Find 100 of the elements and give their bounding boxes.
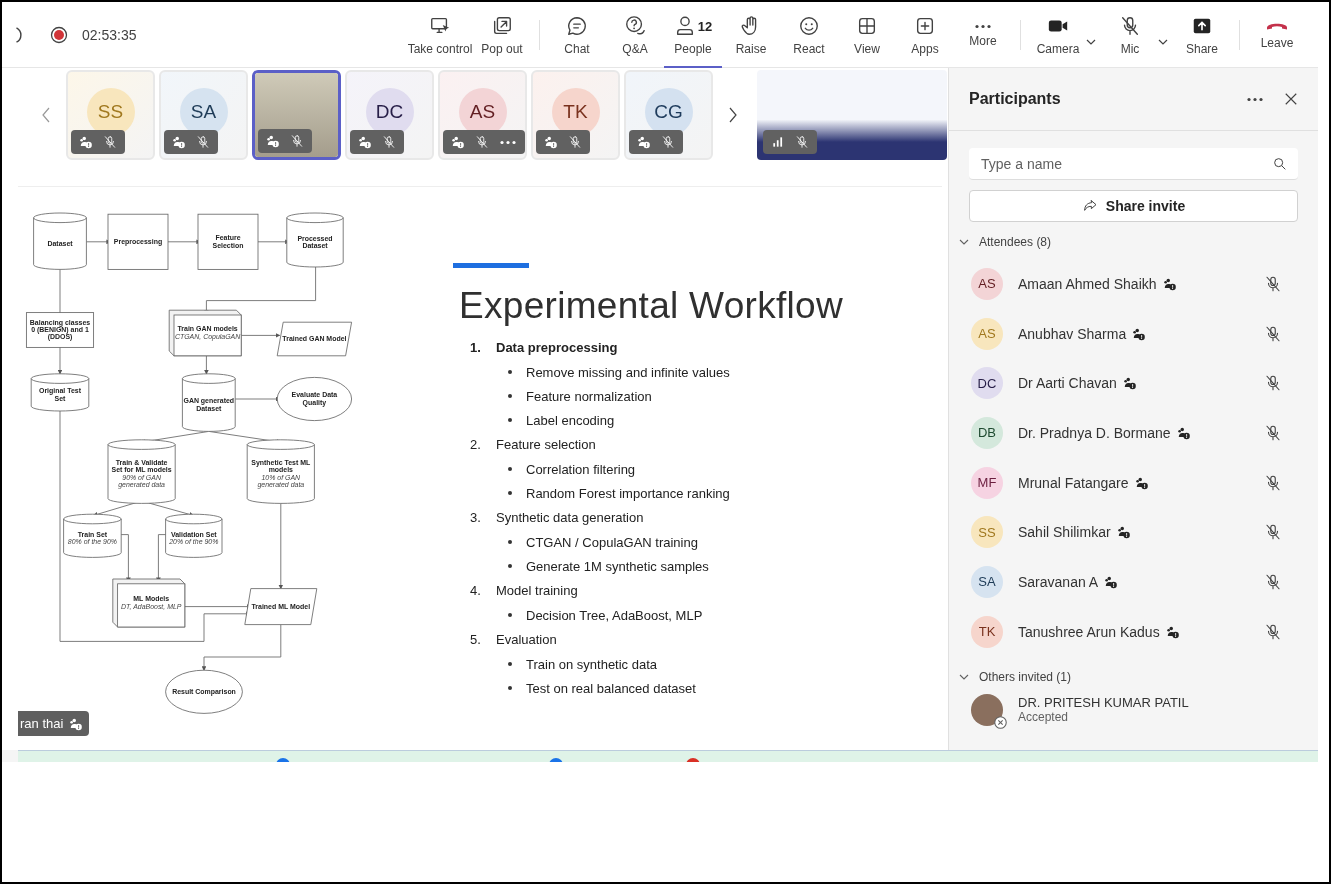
attendee-icon xyxy=(1162,276,1177,291)
bullet-dot xyxy=(508,686,512,690)
attendee-icon xyxy=(266,134,280,148)
list-item: Feature selection xyxy=(496,437,596,452)
list-item: Feature normalization xyxy=(526,388,652,404)
participant-row[interactable]: TK Tanushree Arun Kadus xyxy=(949,606,1318,657)
participant-tile[interactable]: SA xyxy=(159,70,248,160)
participant-name: Dr. Pradnya D. Bormane xyxy=(1018,424,1171,441)
avatar-initials: TK xyxy=(971,615,1003,648)
list-item: Label encoding xyxy=(526,412,615,428)
slide-title: Experimental Workflow xyxy=(459,285,843,327)
list-item: Random Forest importance ranking xyxy=(526,485,730,501)
search-icon xyxy=(1272,156,1288,172)
toolbar-button[interactable]: View xyxy=(838,2,896,68)
participant-tile[interactable]: CG xyxy=(624,70,713,160)
attendee-icon xyxy=(69,716,84,731)
plus-square-icon xyxy=(914,15,936,37)
search-field[interactable]: Type a name xyxy=(969,148,1298,180)
mic-off-icon xyxy=(290,134,304,148)
bullet-dot xyxy=(508,370,512,374)
mic-off-icon xyxy=(795,135,809,149)
more-button[interactable] xyxy=(1246,96,1264,102)
toolbar-button[interactable]: Pop out xyxy=(473,2,531,68)
list-item: Decision Tree, AdaBoost, MLP xyxy=(526,607,703,623)
phone-icon xyxy=(1266,21,1288,31)
attendee-icon xyxy=(1134,475,1149,490)
toolbar-button[interactable]: More xyxy=(954,2,1012,68)
avatar-initials: AS xyxy=(971,317,1003,350)
attendee-icon xyxy=(637,135,651,149)
toolbar-button[interactable]: Mic xyxy=(1101,2,1159,68)
participant-row[interactable]: AS Anubhav Sharma xyxy=(949,308,1318,359)
participant-tile[interactable]: DC xyxy=(345,70,434,160)
participant-name: Anubhav Sharma xyxy=(1018,325,1127,342)
toolbar-button[interactable]: Chat xyxy=(548,2,606,68)
attendee-icon xyxy=(358,135,372,149)
bullet-dot xyxy=(508,467,512,471)
participant-row[interactable]: SA Saravanan A xyxy=(949,557,1318,607)
group-header[interactable]: Attendees (8) xyxy=(959,235,1318,249)
group-header[interactable]: Others invited (1) xyxy=(959,669,1318,684)
avatar-initials: SS xyxy=(971,516,1003,549)
list-item: Data preprocessing xyxy=(496,340,618,355)
participant-name: ran thai xyxy=(20,716,64,731)
list-item: Generate 1M synthetic samples xyxy=(526,558,709,574)
avatar-initials: AS xyxy=(971,267,1003,300)
attendee-icon xyxy=(1116,525,1131,540)
chevron-down-icon xyxy=(959,237,969,247)
invite-status: Accepted xyxy=(1018,710,1070,724)
participant-row[interactable]: MF Mrunal Fatangare xyxy=(949,457,1318,508)
more-icon xyxy=(974,23,992,29)
toolbar-button[interactable]: Raise xyxy=(722,2,780,68)
participant-row[interactable]: AS Amaan Ahmed Shaikh xyxy=(949,259,1318,309)
attendee-icon xyxy=(79,135,93,149)
participant-row[interactable]: DC Dr Aarti Chavan xyxy=(949,358,1318,409)
list-item: Correlation filtering xyxy=(526,461,636,477)
toolbar-button[interactable]: Camera xyxy=(1029,2,1087,68)
mic-off-icon xyxy=(196,135,210,149)
attendee-icon xyxy=(172,135,186,149)
participant-name: DR. PRITESH KUMAR PATIL xyxy=(1018,695,1189,710)
signal-bars-icon xyxy=(771,135,785,149)
toolbar-button[interactable]: React xyxy=(780,2,838,68)
bullet-dot xyxy=(508,564,512,568)
mic-off-icon xyxy=(1119,15,1141,37)
toolbar-button[interactable]: Q&A xyxy=(606,2,664,68)
attendee-icon xyxy=(1165,624,1180,639)
list-number: 4. xyxy=(470,583,482,598)
list-number: 1. xyxy=(470,340,482,355)
participant-row[interactable]: DB Dr. Pradnya D. Bormane xyxy=(949,408,1318,458)
avatar-initials: MF xyxy=(971,466,1003,499)
mic-off-icon xyxy=(103,135,117,149)
list-number: 5. xyxy=(470,632,482,647)
leave-button[interactable]: Leave xyxy=(1248,2,1306,68)
list-number: 2. xyxy=(470,437,482,452)
list-item: Synthetic data generation xyxy=(496,510,644,525)
participant-name: Mrunal Fatangare xyxy=(1018,474,1129,491)
chat-icon xyxy=(566,15,588,37)
meeting-timer: 02:53:35 xyxy=(82,26,137,43)
mic-off-icon xyxy=(568,135,582,149)
bullet-dot xyxy=(508,418,512,422)
attendee-icon xyxy=(1104,574,1119,589)
participant-name: Dr Aarti Chavan xyxy=(1018,375,1117,392)
chevron-left-icon xyxy=(41,107,51,123)
participant-tile[interactable]: AS xyxy=(438,70,527,160)
participant-tile[interactable]: TK xyxy=(531,70,620,160)
toolbar-button[interactable]: Take control xyxy=(407,2,473,68)
bullet-dot xyxy=(508,540,512,544)
toolbar-button[interactable]: Apps xyxy=(896,2,954,68)
share-invite-button[interactable]: Share invite xyxy=(969,190,1298,222)
attendee-icon xyxy=(544,135,558,149)
smiley-icon xyxy=(798,15,820,37)
list-number: 3. xyxy=(470,510,482,525)
attendee-icon xyxy=(1132,326,1147,341)
list-item: Evaluation xyxy=(496,632,557,647)
declined-badge-icon xyxy=(994,715,1007,729)
participant-row[interactable]: SS Sahil Shilimkar xyxy=(949,507,1318,558)
chevron-right-icon xyxy=(728,107,738,123)
mic-off-icon xyxy=(661,135,675,149)
attendee-icon xyxy=(1122,376,1137,391)
toolbar-button[interactable]: Share xyxy=(1173,2,1231,68)
more-icon[interactable] xyxy=(499,139,517,145)
pop-out-icon xyxy=(491,15,513,37)
